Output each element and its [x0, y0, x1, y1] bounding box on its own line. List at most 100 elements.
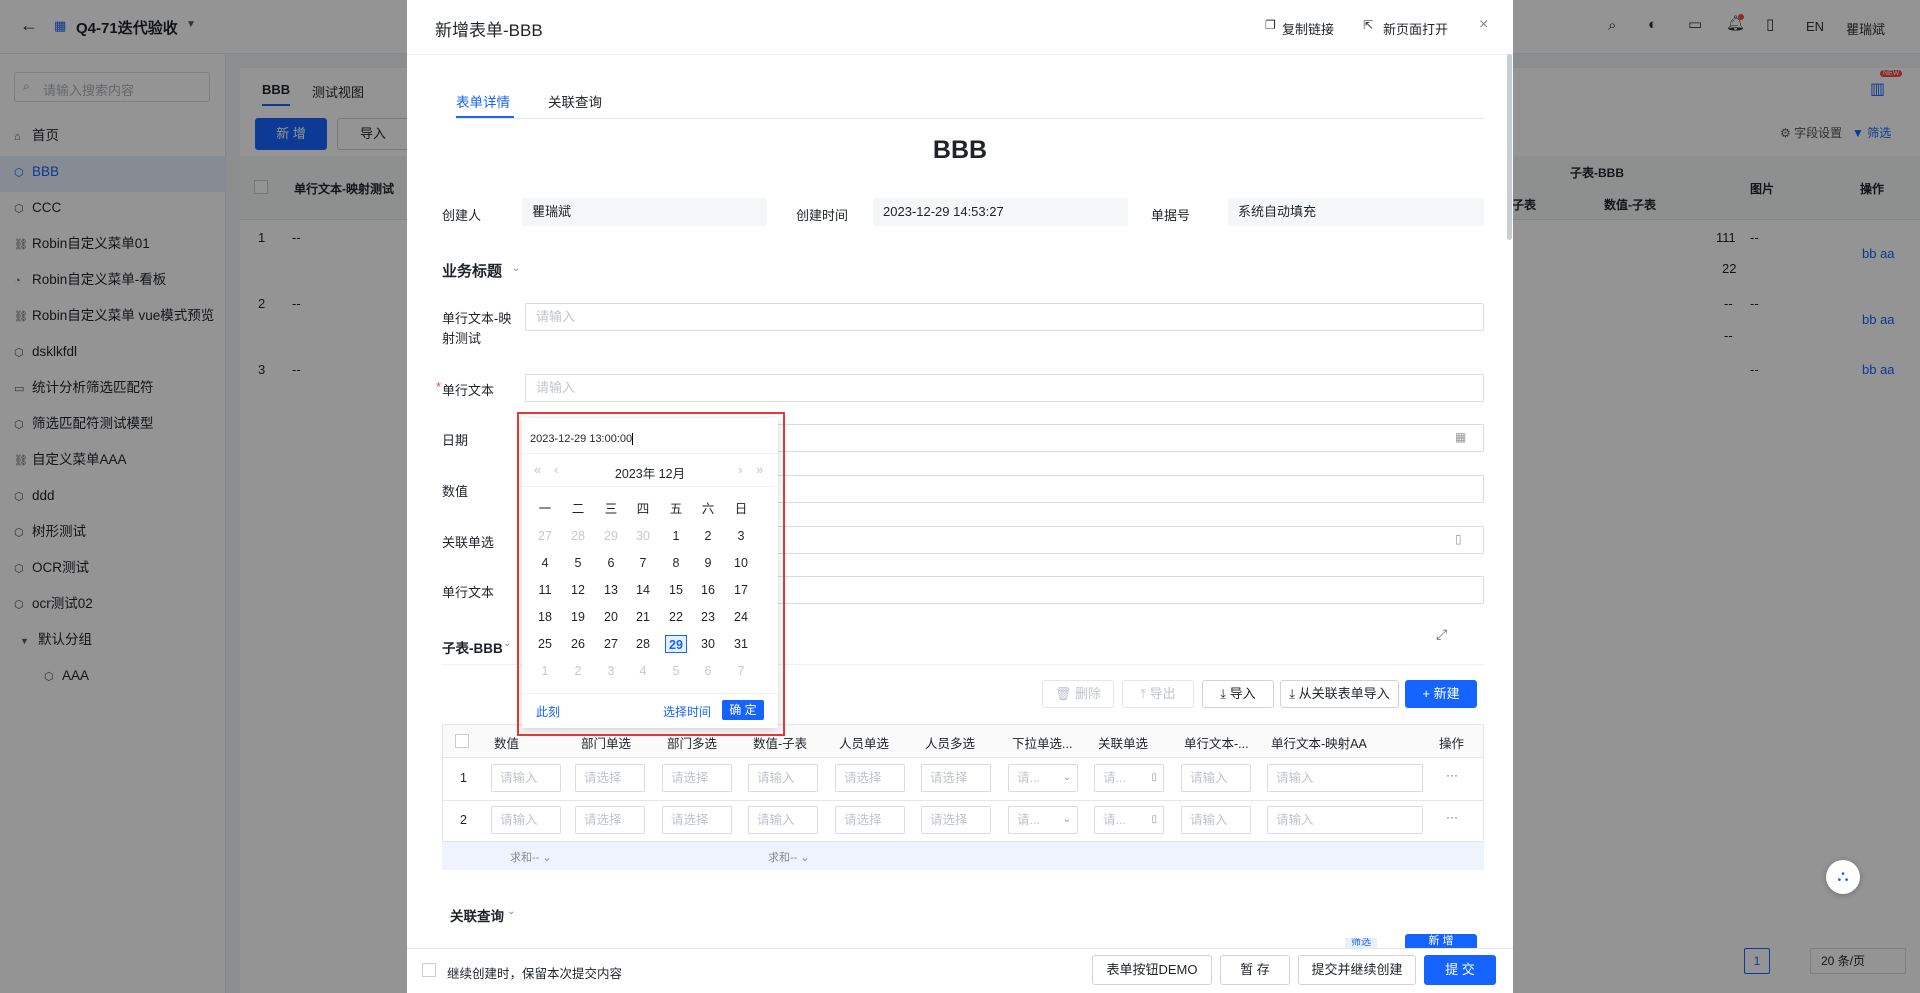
calendar-day[interactable]: 21	[632, 608, 654, 626]
confirm-button[interactable]: 确 定	[722, 700, 764, 720]
row-more-icon[interactable]: ···	[1446, 810, 1458, 824]
calendar-day[interactable]: 19	[567, 608, 589, 626]
related-filter-chip[interactable]: 筛选	[1345, 938, 1377, 948]
calendar-day[interactable]: 4	[534, 554, 556, 572]
subtable-cell-select[interactable]: 请选择	[662, 764, 732, 792]
next-month-icon[interactable]: ›	[738, 463, 742, 476]
calendar-day[interactable]: 1	[665, 527, 687, 545]
chevron-down-icon[interactable]: ⌄	[512, 264, 520, 274]
calendar-day[interactable]: 1	[534, 662, 556, 680]
submit-button[interactable]: 提 交	[1424, 955, 1496, 985]
calendar-day[interactable]: 27	[534, 527, 556, 545]
calendar-day[interactable]: 13	[600, 581, 622, 599]
subtable-cell-select[interactable]: 请选择	[575, 764, 645, 792]
subtable-cell-relation[interactable]: 请... ▯	[1094, 806, 1164, 834]
section-title-business[interactable]: 业务标题	[442, 260, 502, 281]
calendar-day[interactable]: 9	[697, 554, 719, 572]
calendar-day[interactable]: 15	[665, 581, 687, 599]
related-new-button[interactable]: 新 增	[1405, 934, 1477, 948]
calendar-day[interactable]: 29	[600, 527, 622, 545]
calendar-day[interactable]: 2	[567, 662, 589, 680]
text-input[interactable]: 请输入	[525, 374, 1484, 402]
external-link-icon[interactable]: ⇱	[1363, 19, 1373, 31]
date-picker-input[interactable]: 2023-12-29 13:00:00	[530, 428, 770, 450]
subtable-cell-input[interactable]: 请输入	[1181, 764, 1251, 792]
calendar-day[interactable]: 12	[567, 581, 589, 599]
now-button[interactable]: 此刻	[536, 703, 560, 720]
calendar-day[interactable]: 14	[632, 581, 654, 599]
calendar-day[interactable]: 18	[534, 608, 556, 626]
subtable-export-button[interactable]: ⤒ 导出	[1122, 680, 1194, 708]
calendar-day[interactable]: 10	[730, 554, 752, 572]
calendar-day[interactable]: 6	[697, 662, 719, 680]
subtable-cell-select[interactable]: 请选择	[575, 806, 645, 834]
calendar-day[interactable]: 8	[665, 554, 687, 572]
select-time-button[interactable]: 选择时间	[663, 703, 711, 720]
sum-dropdown[interactable]: 求和-- ⌄	[510, 849, 552, 865]
calendar-day[interactable]: 5	[665, 662, 687, 680]
subtable-cell-select[interactable]: 请选择	[921, 764, 991, 792]
calendar-day[interactable]: 4	[632, 662, 654, 680]
subtable-cell-select[interactable]: 请选择	[662, 806, 732, 834]
calendar-day[interactable]: 22	[665, 608, 687, 626]
sum-dropdown[interactable]: 求和-- ⌄	[768, 849, 810, 865]
subtable-delete-button[interactable]: 🗑︎ 删除	[1042, 680, 1114, 708]
calendar-icon[interactable]: ▦	[1455, 431, 1466, 443]
subtable-cell-input[interactable]: 请输入	[1267, 764, 1423, 792]
subtable-cell-input[interactable]: 请输入	[1181, 806, 1251, 834]
assistant-bot-icon[interactable]: ⛬	[1826, 860, 1860, 894]
chevron-down-icon[interactable]: ⌄	[507, 907, 515, 917]
calendar-day[interactable]: 31	[730, 635, 752, 653]
calendar-day[interactable]: 3	[600, 662, 622, 680]
calendar-day[interactable]: 5	[567, 554, 589, 572]
calendar-day[interactable]: 28	[567, 527, 589, 545]
calendar-day[interactable]: 25	[534, 635, 556, 653]
next-year-icon[interactable]: »	[756, 463, 763, 476]
copy-icon[interactable]: ❐	[1265, 19, 1276, 31]
calendar-day[interactable]: 16	[697, 581, 719, 599]
calendar-day[interactable]: 30	[697, 635, 719, 653]
subtable-cell-input[interactable]: 请输入	[748, 764, 818, 792]
subtable-cell-input[interactable]: 请输入	[491, 806, 561, 834]
subtable-cell-input[interactable]: 请输入	[748, 806, 818, 834]
calendar-day[interactable]: 30	[632, 527, 654, 545]
subtable-cell-select[interactable]: 请选择	[835, 764, 905, 792]
close-icon[interactable]: ×	[1479, 17, 1488, 33]
calendar-day[interactable]: 2	[697, 527, 719, 545]
related-query-title[interactable]: 关联查询	[450, 905, 504, 925]
calendar-day[interactable]: 27	[600, 635, 622, 653]
calendar-day-selected[interactable]: 29	[665, 635, 687, 653]
calendar-day[interactable]: 24	[730, 608, 752, 626]
calendar-day[interactable]: 7	[730, 662, 752, 680]
tab-related-query[interactable]: 关联查询	[548, 91, 602, 111]
calendar-day[interactable]: 20	[600, 608, 622, 626]
map-text-input[interactable]: 请输入	[525, 303, 1484, 331]
fullscreen-icon[interactable]: ⤢	[1436, 627, 1447, 641]
calendar-day[interactable]: 26	[567, 635, 589, 653]
subtable-cell-dropdown[interactable]: 请... ⌄	[1008, 806, 1078, 834]
subtable-cell-relation[interactable]: 请... ▯	[1094, 764, 1164, 792]
subtable-import-related-button[interactable]: ⤓ 从关联表单导入	[1280, 680, 1399, 708]
calendar-day[interactable]: 11	[534, 581, 556, 599]
calendar-day[interactable]: 17	[730, 581, 752, 599]
subtable-cell-select[interactable]: 请选择	[921, 806, 991, 834]
row-more-icon[interactable]: ···	[1446, 768, 1458, 782]
calendar-day[interactable]: 23	[697, 608, 719, 626]
copy-link-button[interactable]: 复制链接	[1282, 19, 1334, 38]
subtable-cell-input[interactable]: 请输入	[1267, 806, 1423, 834]
chevron-down-icon[interactable]: ⌄	[503, 639, 511, 649]
subtable-import-button[interactable]: ⤓ 导入	[1202, 680, 1274, 708]
subtable-title[interactable]: 子表-BBB	[442, 637, 503, 657]
calendar-day[interactable]: 28	[632, 635, 654, 653]
tab-form-detail[interactable]: 表单详情	[456, 91, 510, 111]
calendar-day[interactable]: 6	[600, 554, 622, 572]
document-icon[interactable]: ▯	[1455, 533, 1462, 545]
form-button-demo[interactable]: 表单按钮DEMO	[1092, 955, 1212, 985]
keep-content-checkbox[interactable]	[422, 963, 436, 977]
subtable-new-button[interactable]: + 新建	[1405, 680, 1477, 708]
subtable-cell-dropdown[interactable]: 请... ⌄	[1008, 764, 1078, 792]
subtable-header-checkbox[interactable]	[455, 734, 469, 748]
calendar-day[interactable]: 3	[730, 527, 752, 545]
open-new-page-button[interactable]: 新页面打开	[1383, 19, 1448, 38]
calendar-day[interactable]: 7	[632, 554, 654, 572]
